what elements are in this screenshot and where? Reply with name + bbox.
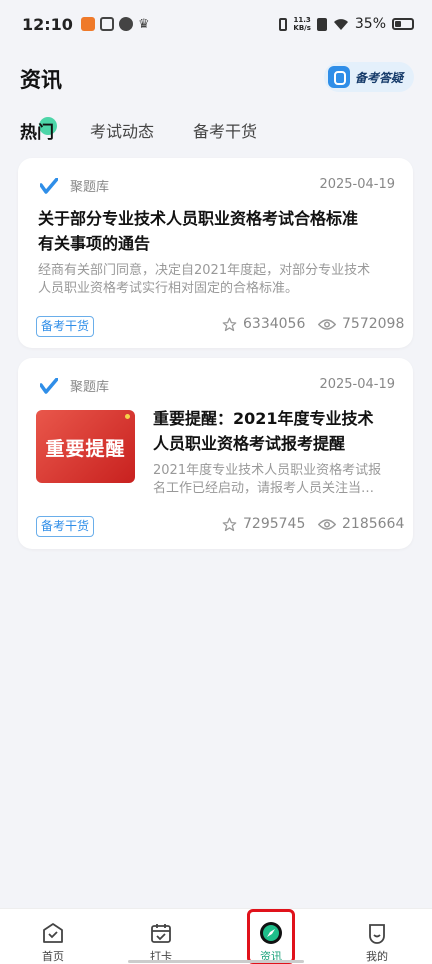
question-chat-icon [328,66,350,88]
source-logo-icon [40,177,58,194]
article-card[interactable]: 聚题库 2025-04-19 重要提醒 重要提醒：2021年度专业技术 人员职业… [18,358,413,549]
article-summary: 2021年度专业技术人员职业资格考试报 名工作已经启动，请报考人员关注当… [153,463,382,496]
thumbnail-decoration [125,414,130,419]
sim-icon [316,17,327,31]
profile-icon [369,924,385,944]
highlight-annotation [247,909,295,964]
article-tag[interactable]: 备考干货 [36,516,95,537]
nav-home[interactable]: 首页 [23,909,83,964]
exam-qa-label: 备考答疑 [355,70,404,85]
article-date: 2025-04-19 [319,177,395,192]
eye-icon [318,518,336,530]
crown-icon: ♛ [137,16,150,32]
favorite-count[interactable]: 7295745 [222,516,305,532]
check-badge-icon [118,17,133,31]
nav-mine[interactable]: 我的 [347,909,407,964]
wifi-icon [333,18,348,30]
tab-hot[interactable]: 热门 [20,118,54,143]
header: 资讯 备考答疑 [0,52,432,102]
home-icon [43,923,63,943]
page-title: 资讯 [20,68,62,92]
view-count: 2185664 [318,516,404,532]
exam-qa-button[interactable]: 备考答疑 [324,62,414,92]
thumbnail-text: 重要提醒 [45,438,126,460]
view-count: 7572098 [318,316,404,332]
status-time: 12:10 [22,14,73,34]
article-title: 关于部分专业技术人员职业资格考试合格标准 有关事项的通告 [38,209,359,253]
article-title: 重要提醒：2021年度专业技术 人员职业资格考试报考提醒 [153,409,374,453]
bottom-nav: 首页 打卡 资讯 我的 [0,908,432,964]
source-logo-icon [40,377,58,394]
calendar-check-icon [151,924,171,943]
vibrate-icon [279,17,288,31]
article-source: 聚题库 [40,376,109,395]
nav-checkin[interactable]: 打卡 [131,909,191,964]
article-source: 聚题库 [40,176,109,195]
network-speed: 11.3 KB/s [293,16,311,32]
home-indicator [128,960,304,963]
article-date: 2025-04-19 [319,377,395,392]
tab-exam-news[interactable]: 考试动态 [90,118,154,142]
app-notification-icon [80,17,95,31]
article-tag[interactable]: 备考干货 [36,316,95,337]
tab-prep-materials[interactable]: 备考干货 [193,118,257,142]
battery-percent: 35% [354,16,386,32]
article-card[interactable]: 聚题库 2025-04-19 关于部分专业技术人员职业资格考试合格标准 有关事项… [18,158,413,348]
status-bar: 12:10 ♛ 11.3 KB/s 35% [0,0,432,48]
app-notification-icon [99,17,114,31]
favorite-count[interactable]: 6334056 [222,316,305,332]
article-summary: 经商有关部门同意，决定自2021年度起，对部分专业技术 人员职业资格考试实行相对… [38,263,371,296]
article-thumbnail: 重要提醒 [36,410,135,483]
category-tabs: 热门 考试动态 备考干货 [0,110,432,150]
star-icon [222,317,237,331]
eye-icon [318,318,336,330]
battery-icon [392,18,414,30]
star-icon [222,517,237,531]
